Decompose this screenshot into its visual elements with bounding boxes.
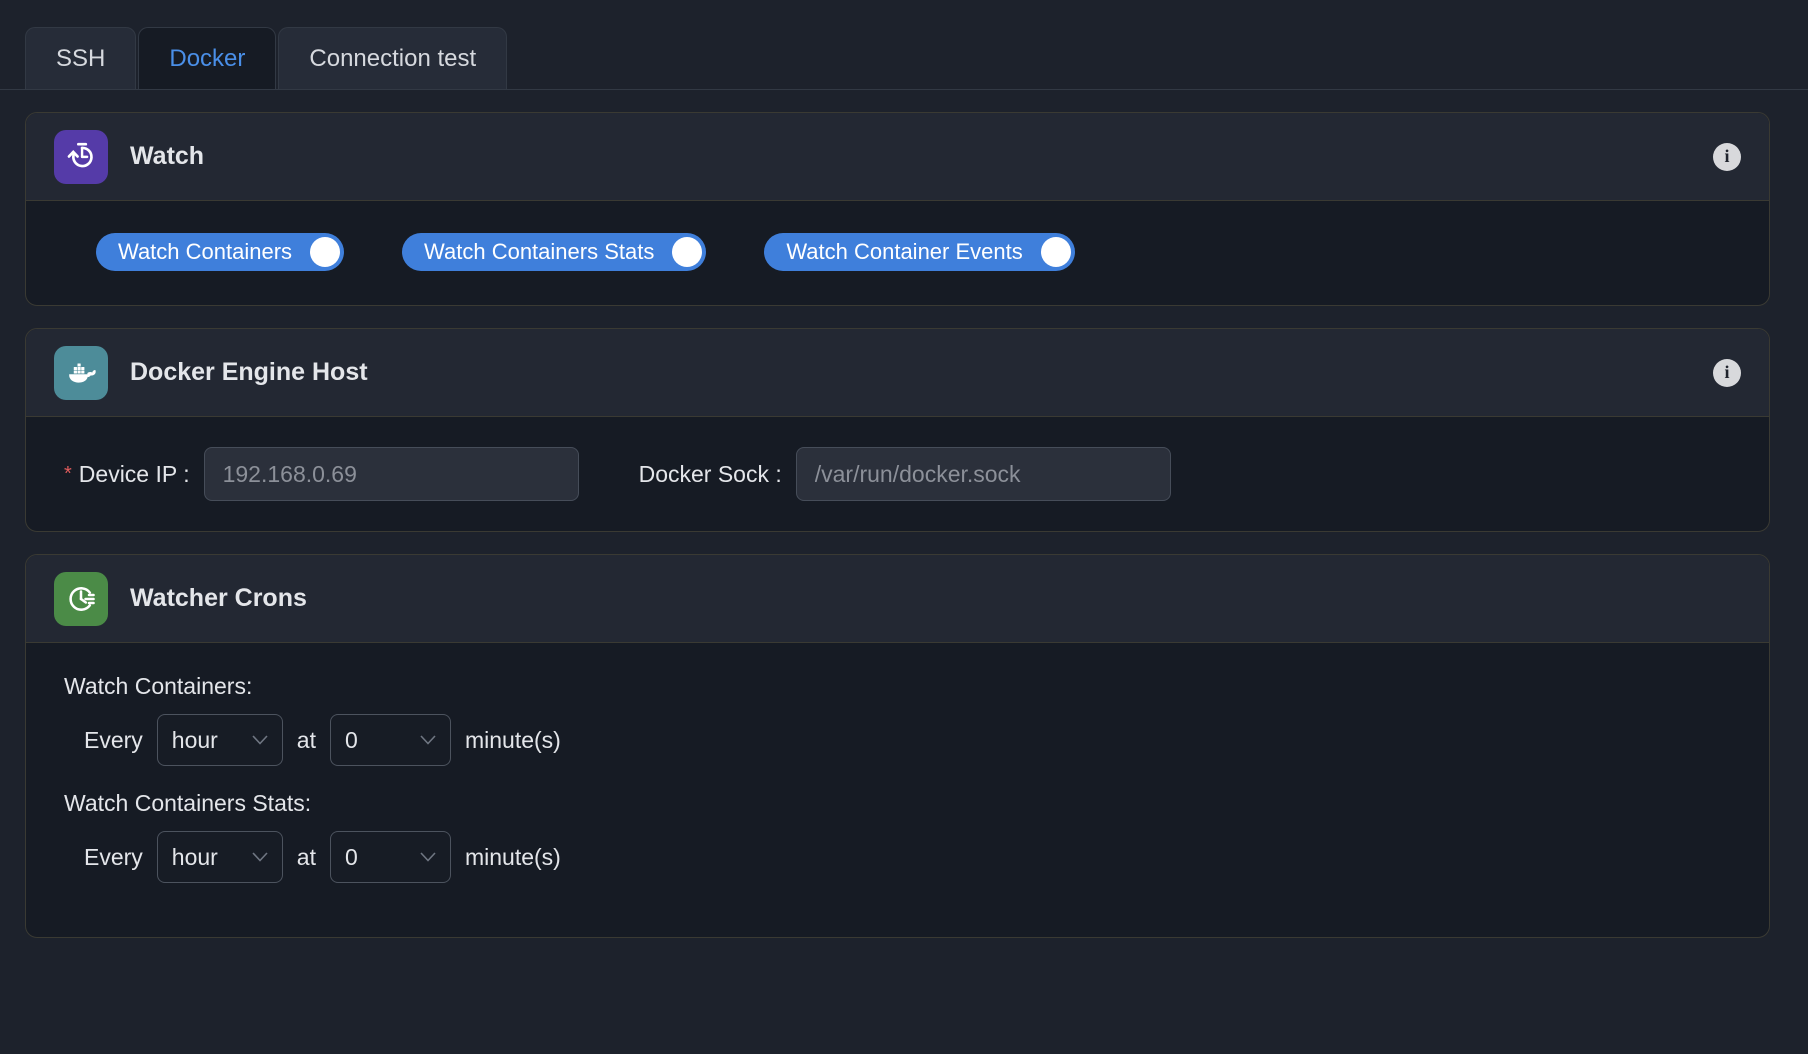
info-icon[interactable]: i [1713,358,1741,387]
tab-ssh[interactable]: SSH [25,27,137,89]
cron-suffix-minutes: minute(s) [464,843,561,870]
stopwatch-icon [54,129,108,184]
cron-suffix-minutes: minute(s) [464,726,561,753]
device-ip-input[interactable] [203,447,579,501]
docker-sock-label: Docker Sock : [638,460,782,487]
cron-unit-select-stats[interactable]: hour [156,831,283,883]
tab-connection-test[interactable]: Connection test [278,27,508,89]
toggle-watch-container-events-label: Watch Container Events [786,239,1023,264]
docker-sock-input[interactable] [795,447,1171,501]
device-ip-field-group: * Device IP : [64,447,579,501]
cron-minute-value: 0 [344,843,358,870]
cron-unit-select-containers[interactable]: hour [156,714,283,766]
tab-ssh-label: SSH [56,44,106,72]
chevron-down-icon [236,735,268,745]
watch-card: Watch i Watch Containers Watch Container… [25,112,1770,306]
cron-unit-value: hour [171,843,218,870]
toggle-watch-containers-stats-label: Watch Containers Stats [424,239,655,264]
cron-minute-select-stats[interactable]: 0 [329,831,451,883]
cron-unit-value: hour [171,726,218,753]
watch-card-body: Watch Containers Watch Containers Stats … [26,201,1769,305]
toggle-knob [310,237,341,267]
toggle-watch-containers-label: Watch Containers [118,239,293,264]
chevron-down-icon [404,852,436,862]
toggle-watch-container-events[interactable]: Watch Container Events [764,233,1075,271]
info-icon[interactable]: i [1713,142,1741,171]
required-marker: * [64,463,72,485]
tab-connection-test-label: Connection test [309,44,477,72]
toggle-watch-containers-stats[interactable]: Watch Containers Stats [402,233,707,271]
docker-engine-host-card: Docker Engine Host i * Device IP : Docke… [25,328,1770,532]
tab-docker-label: Docker [169,44,246,72]
watcher-crons-card-title: Watcher Crons [130,584,307,612]
cron-minute-value: 0 [344,726,358,753]
tab-bar: SSH Docker Connection test [0,0,1808,90]
cron-watch-containers-stats-label: Watch Containers Stats: [64,790,312,816]
docker-whale-icon [54,345,108,400]
watch-toggle-row: Watch Containers Watch Containers Stats … [54,231,1741,275]
docker-host-field-row: * Device IP : Docker Sock : [54,447,1741,501]
docker-engine-host-card-header: Docker Engine Host i [26,329,1769,417]
cron-minute-select-containers[interactable]: 0 [329,714,451,766]
chevron-down-icon [236,852,268,862]
cron-watch-containers-row: Every hour at 0 minute(s) [54,714,1741,766]
toggle-watch-containers[interactable]: Watch Containers [96,233,345,271]
cron-middle-at: at [296,843,316,870]
watcher-crons-card: Watcher Crons Watch Containers: Every ho… [25,554,1770,938]
toggle-knob [1040,237,1071,267]
clock-schedule-icon [54,571,108,626]
docker-sock-field-group: Docker Sock : [639,447,1171,501]
watch-card-header: Watch i [26,113,1769,201]
tab-docker[interactable]: Docker [138,27,277,89]
cron-watch-containers-label: Watch Containers: [64,673,253,699]
cron-watch-containers-stats-row: Every hour at 0 minute(s) [54,831,1741,883]
cron-prefix-every: Every [84,843,143,870]
docker-engine-host-card-title: Docker Engine Host [130,358,368,386]
cron-middle-at: at [296,726,316,753]
chevron-down-icon [404,735,436,745]
cron-prefix-every: Every [84,726,143,753]
docker-engine-host-card-body: * Device IP : Docker Sock : [26,417,1769,531]
watcher-crons-card-body: Watch Containers: Every hour at 0 minute… [26,643,1769,937]
device-ip-label: Device IP : [78,460,190,487]
watch-card-title: Watch [130,142,205,170]
toggle-knob [672,237,703,267]
watcher-crons-card-header: Watcher Crons [26,555,1769,643]
docker-settings-panel: Watch i Watch Containers Watch Container… [0,90,1808,1054]
